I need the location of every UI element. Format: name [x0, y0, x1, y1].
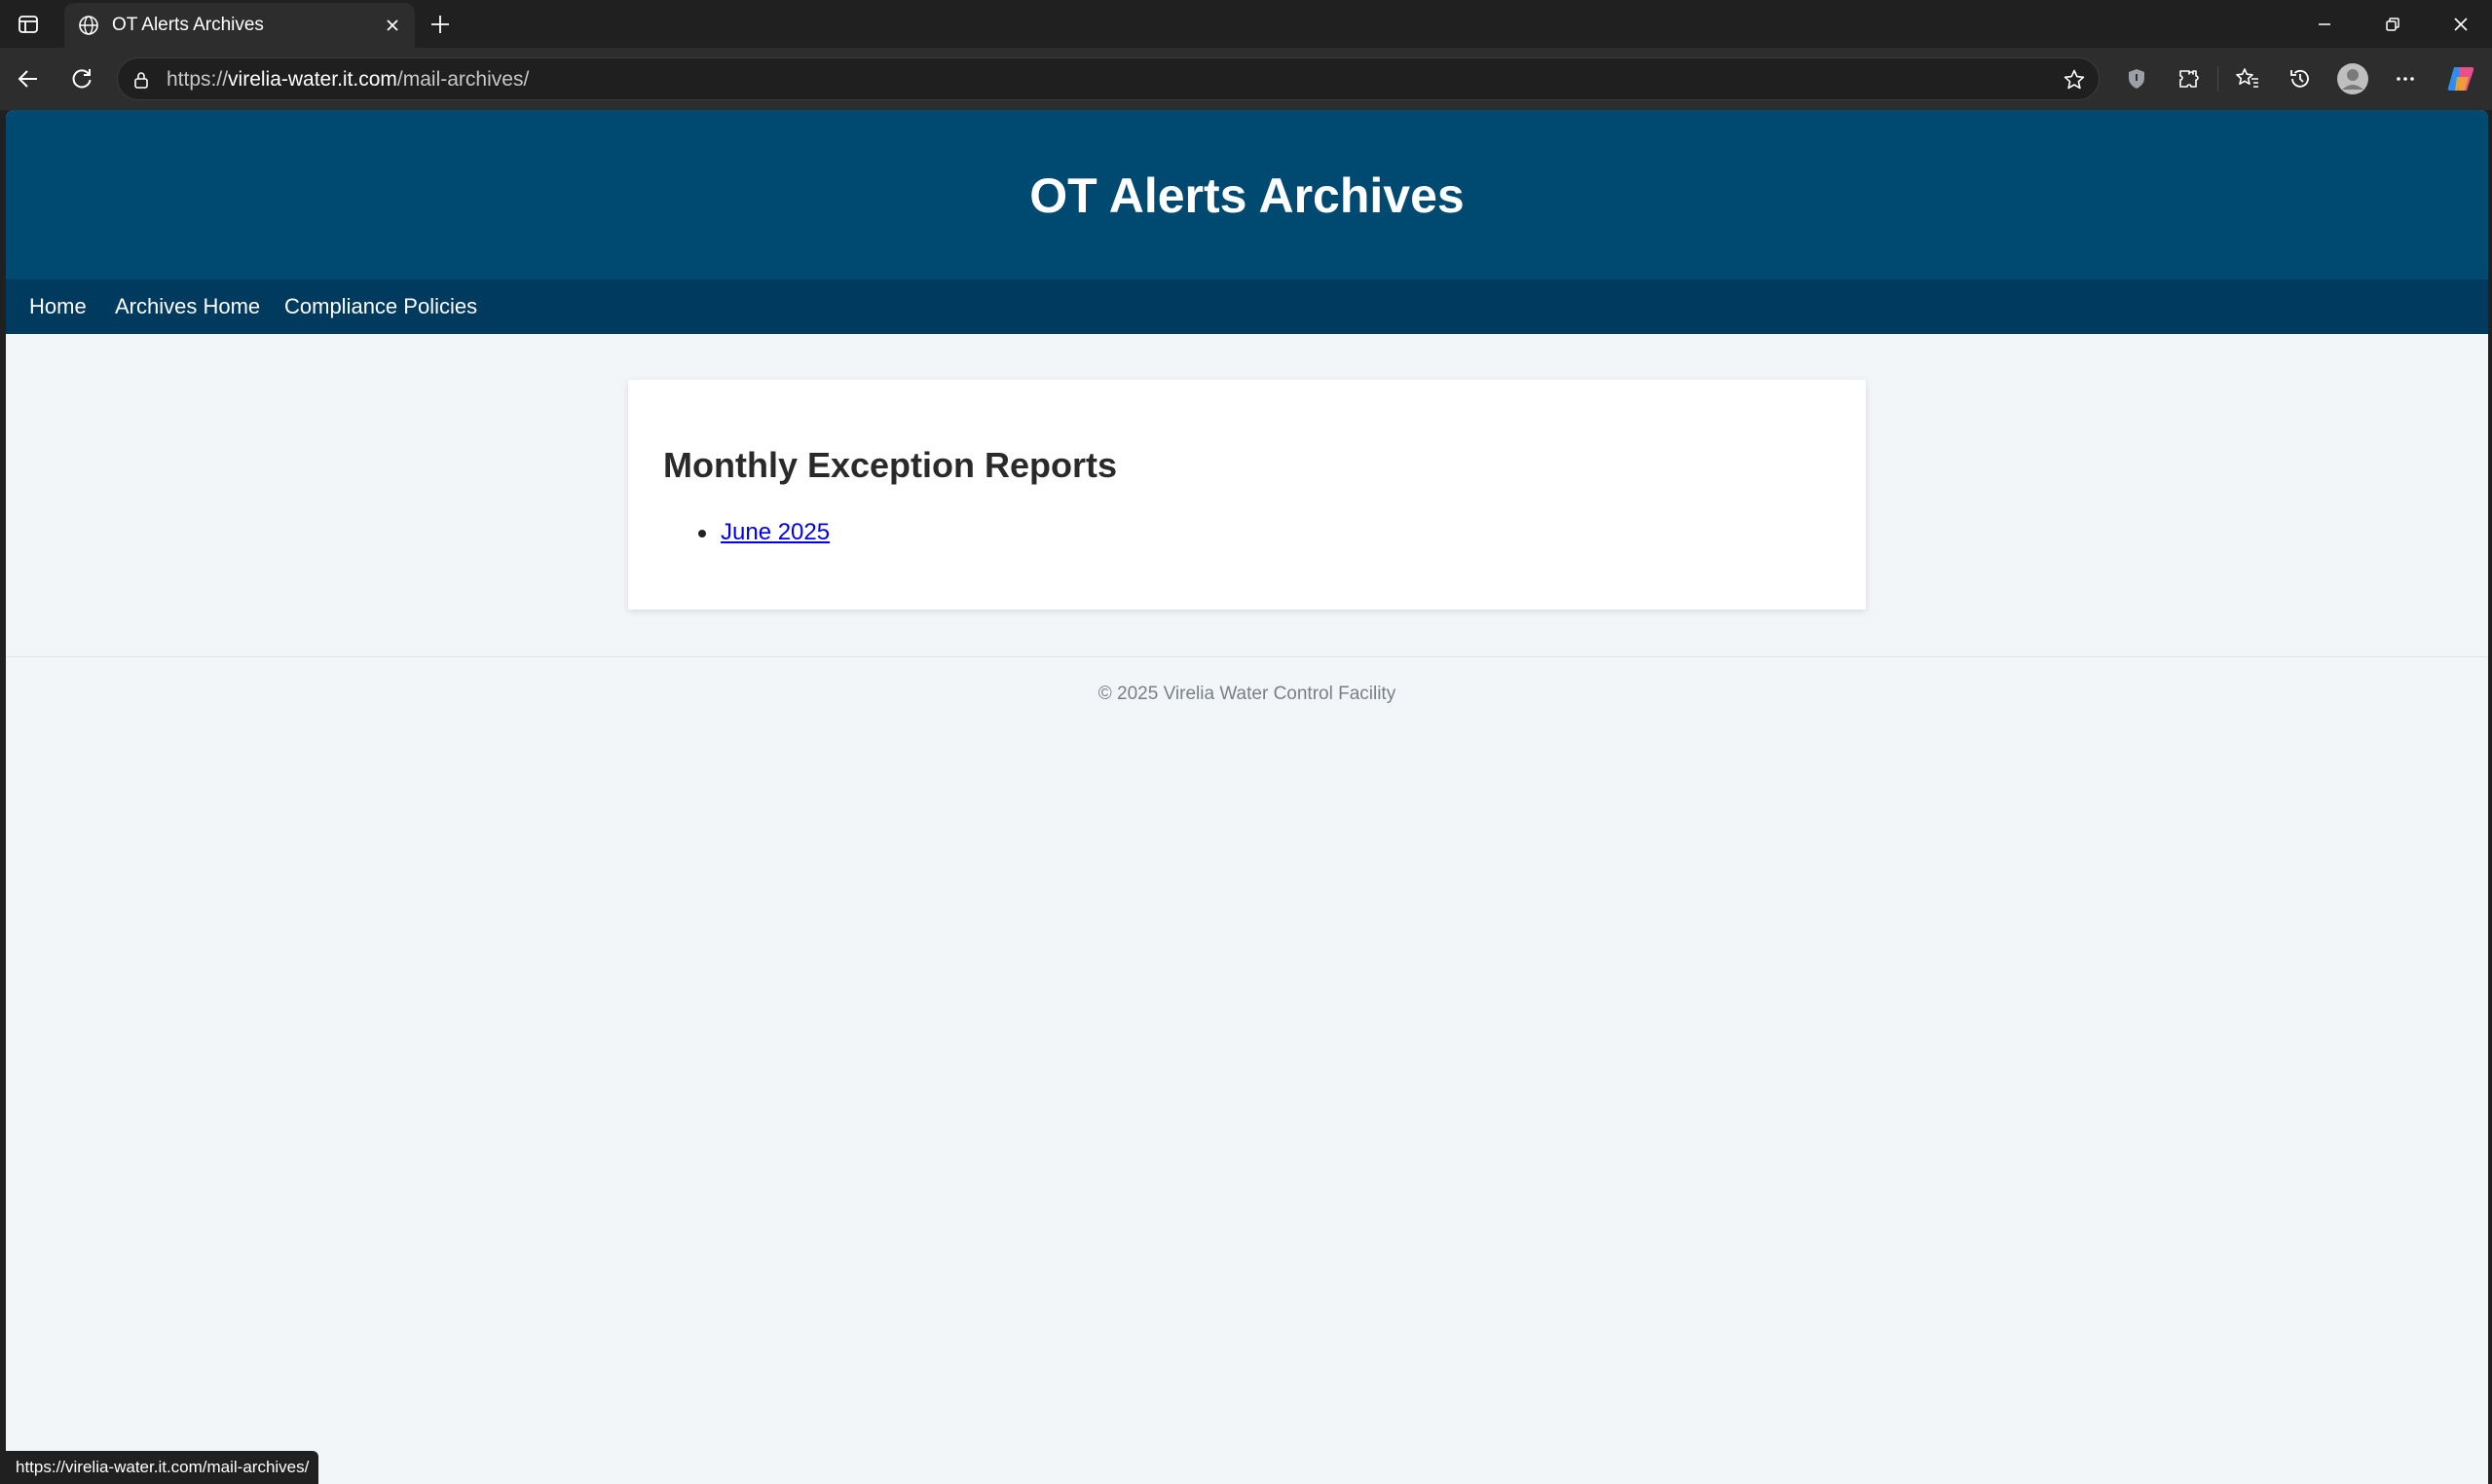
shield-icon[interactable] [2119, 61, 2154, 96]
back-icon[interactable] [11, 61, 46, 96]
window-close-icon[interactable] [2441, 8, 2480, 41]
report-link-june-2025[interactable]: June 2025 [721, 519, 830, 545]
browser-tab[interactable]: OT Alerts Archives [64, 3, 415, 48]
status-bar-url: https://virelia-water.it.com/mail-archiv… [6, 1451, 319, 1484]
nav-link-archives-home[interactable]: Archives Home [115, 293, 260, 320]
footer-text: © 2025 Virelia Water Control Facility [1097, 684, 1396, 704]
nav-link-compliance-policies[interactable]: Compliance Policies [284, 293, 477, 320]
close-icon[interactable] [378, 11, 407, 40]
favorites-icon[interactable] [2230, 61, 2265, 96]
lock-icon[interactable] [130, 68, 153, 92]
url-text[interactable]: https://virelia-water.it.com/mail-archiv… [167, 67, 529, 93]
minimize-icon[interactable] [2305, 8, 2344, 41]
reports-list: June 2025 [663, 518, 830, 547]
sidebar-toggle-icon[interactable] [14, 10, 43, 39]
reports-card: Monthly Exception Reports June 2025 [628, 380, 1866, 610]
site-nav: Home Archives Home Compliance Policies [6, 279, 2488, 334]
list-item: June 2025 [663, 518, 830, 547]
reload-icon[interactable] [64, 61, 99, 96]
tab-title: OT Alerts Archives [112, 15, 264, 35]
globe-icon [74, 11, 103, 40]
browser-tab-bar: OT Alerts Archives [0, 0, 2492, 48]
more-icon[interactable] [2388, 61, 2423, 96]
url-scheme: https:// [167, 68, 229, 91]
plus-icon[interactable] [425, 9, 456, 40]
url-path: /mail-archives/ [396, 68, 530, 91]
extensions-icon[interactable] [2171, 61, 2206, 96]
browser-toolbar: https://virelia-water.it.com/mail-archiv… [0, 48, 2492, 110]
card-heading: Monthly Exception Reports [663, 445, 1118, 485]
toolbar-separator [2217, 66, 2218, 92]
page-viewport: OT Alerts Archives Home Archives Home Co… [6, 110, 2488, 1484]
footer-divider [6, 656, 2488, 657]
nav-link-home[interactable]: Home [29, 293, 87, 320]
url-host: virelia-water.it.com [228, 68, 397, 91]
page-title: OT Alerts Archives [1029, 168, 1465, 223]
history-icon[interactable] [2283, 61, 2318, 96]
star-icon[interactable] [2060, 65, 2089, 94]
address-bar[interactable]: https://virelia-water.it.com/mail-archiv… [117, 57, 2100, 100]
site-header: OT Alerts Archives [6, 110, 2488, 279]
restore-icon[interactable] [2373, 8, 2412, 41]
copilot-icon[interactable] [2443, 61, 2478, 96]
profile-icon[interactable] [2335, 61, 2370, 96]
window-frame-right [2488, 110, 2492, 1484]
